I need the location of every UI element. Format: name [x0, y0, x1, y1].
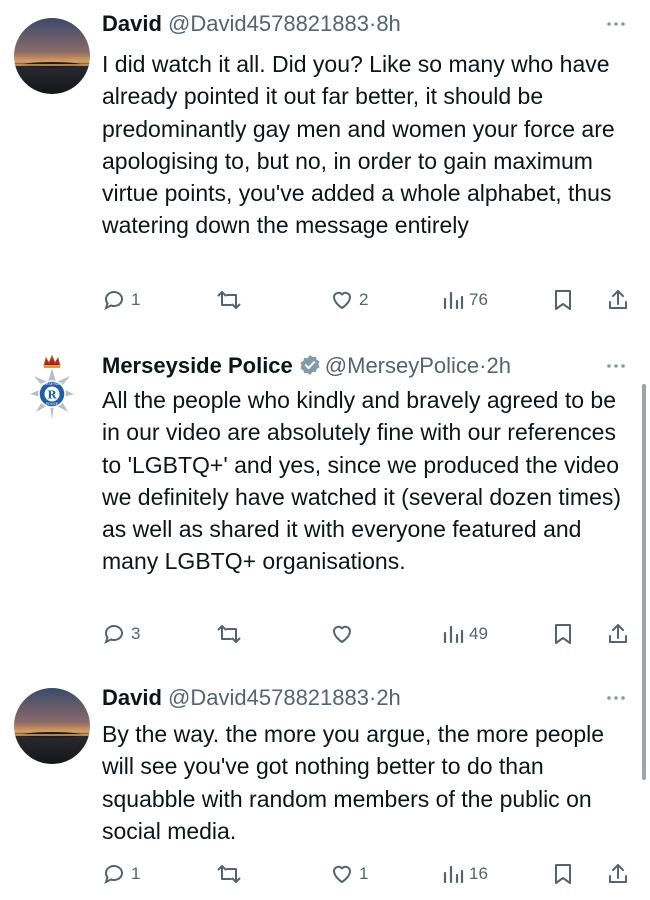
- views-icon: [443, 291, 464, 310]
- like-count: 2: [359, 290, 369, 309]
- tweet-header: Merseyside Police @MerseyPolice·2h: [102, 350, 511, 382]
- more-icon[interactable]: [604, 690, 628, 706]
- reply-button[interactable]: 1: [102, 858, 140, 890]
- tweet[interactable]: David @David4578821883·2h By the way. th…: [0, 682, 650, 900]
- like-count: 1: [359, 864, 369, 883]
- tweet-text: I did watch it all. Did you? Like so man…: [102, 51, 615, 239]
- share-icon: [609, 864, 627, 883]
- timestamp[interactable]: 2h: [376, 685, 400, 710]
- logo-top-text: MERSEYSIDE: [41, 382, 63, 386]
- heart-icon: [333, 291, 351, 309]
- view-count: 76: [469, 290, 488, 309]
- share-button[interactable]: [606, 618, 630, 650]
- repost-button[interactable]: [216, 284, 247, 316]
- heart-icon: [333, 865, 351, 883]
- user-handle[interactable]: @David4578821883: [168, 685, 369, 710]
- reply-count: 1: [131, 864, 141, 883]
- reply-icon: [104, 625, 123, 644]
- verified-badge-icon[interactable]: [299, 354, 321, 376]
- merseyside-police-logo[interactable]: R MERSEYSIDE POLICE: [24, 354, 80, 424]
- action-bar: 1 1 16: [102, 858, 638, 890]
- reply-button[interactable]: 3: [102, 618, 140, 650]
- user-handle[interactable]: @MerseyPolice: [325, 353, 479, 378]
- views-icon: [443, 865, 464, 884]
- more-icon[interactable]: [604, 358, 628, 374]
- bookmark-icon: [555, 864, 571, 884]
- share-icon: [609, 290, 627, 309]
- tweet[interactable]: R MERSEYSIDE POLICE Merseyside Police @Me…: [0, 350, 650, 670]
- reply-count: 1: [131, 290, 141, 309]
- tweet[interactable]: David @David4578821883·8h I did watch it…: [0, 8, 650, 328]
- bookmark-button[interactable]: [552, 618, 574, 650]
- display-name[interactable]: Merseyside Police: [102, 353, 293, 378]
- display-name[interactable]: David: [102, 685, 162, 710]
- action-bar: 3 49: [102, 618, 638, 650]
- bookmark-button[interactable]: [552, 284, 574, 316]
- reply-icon: [104, 865, 123, 884]
- views-button[interactable]: 49: [442, 618, 488, 650]
- logo-bottom-text: POLICE: [46, 402, 59, 406]
- like-button[interactable]: 1: [330, 858, 368, 890]
- bookmark-icon: [555, 290, 571, 310]
- heart-icon: [333, 625, 351, 643]
- timestamp[interactable]: 8h: [376, 11, 400, 36]
- action-bar: 1 2 76: [102, 284, 638, 316]
- views-button[interactable]: 16: [442, 858, 488, 890]
- view-count: 49: [469, 624, 488, 643]
- avatar[interactable]: [14, 18, 90, 94]
- avatar[interactable]: [14, 688, 90, 764]
- repost-icon: [217, 865, 241, 883]
- timestamp[interactable]: 2h: [487, 353, 511, 378]
- tweet-header: David @David4578821883·2h: [102, 682, 401, 714]
- scrollbar[interactable]: [642, 384, 646, 780]
- like-button[interactable]: 2: [330, 284, 368, 316]
- repost-icon: [217, 291, 241, 309]
- share-button[interactable]: [606, 284, 630, 316]
- logo-center-letter: R: [47, 389, 57, 402]
- repost-icon: [217, 625, 241, 643]
- separator: ·: [479, 353, 487, 378]
- repost-button[interactable]: [216, 858, 247, 890]
- user-handle[interactable]: @David4578821883: [168, 11, 369, 36]
- tweet-header: David @David4578821883·8h: [102, 8, 401, 40]
- share-icon: [609, 624, 627, 643]
- reply-count: 3: [131, 624, 141, 643]
- display-name[interactable]: David: [102, 11, 162, 36]
- bookmark-icon: [555, 624, 571, 644]
- bookmark-button[interactable]: [552, 858, 574, 890]
- reply-button[interactable]: 1: [102, 284, 140, 316]
- like-button[interactable]: [330, 618, 359, 650]
- more-icon[interactable]: [604, 16, 628, 32]
- repost-button[interactable]: [216, 618, 247, 650]
- tweet-text: By the way. the more you argue, the more…: [102, 721, 605, 844]
- view-count: 16: [469, 864, 488, 883]
- views-button[interactable]: 76: [442, 284, 488, 316]
- reply-icon: [104, 291, 123, 310]
- share-button[interactable]: [606, 858, 630, 890]
- tweet-text: All the people who kindly and bravely ag…: [102, 387, 622, 575]
- views-icon: [443, 625, 464, 644]
